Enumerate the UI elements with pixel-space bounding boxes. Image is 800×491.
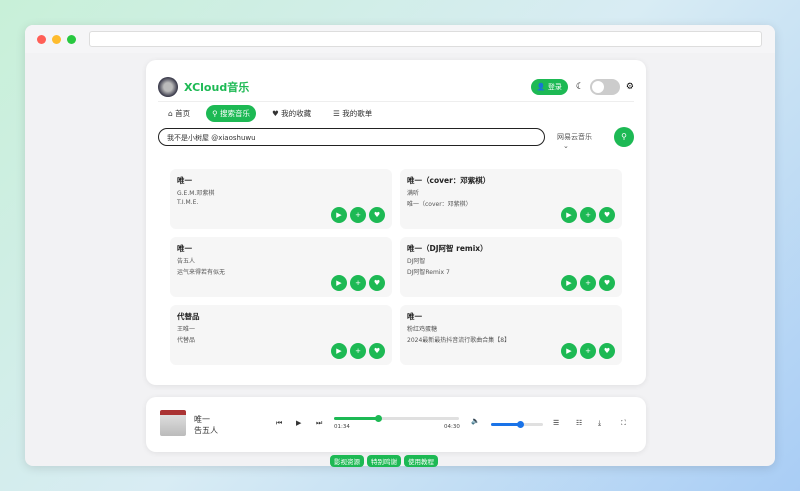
address-bar[interactable]	[89, 31, 762, 47]
heart-icon: ♥	[272, 109, 279, 118]
song-name: 唯一（DJ阿智 remix）	[407, 244, 488, 253]
moon-icon[interactable]: ☾	[576, 82, 584, 92]
play-button[interactable]: ▶	[561, 207, 577, 223]
source-value: 网易云音乐	[557, 133, 592, 141]
song-artist: 王唯一	[177, 326, 196, 333]
search-input[interactable]: 我不是小树屋 @xiaoshuwu	[158, 128, 545, 146]
play-button[interactable]: ▶	[331, 275, 347, 291]
player-bar: 唯一告五人 ⏮ ▶ ⏭ 01:34 04:30 🔈 ☰ ☷ ⤓ ⛶	[146, 397, 646, 452]
previous-icon[interactable]: ⏮	[276, 419, 282, 428]
search-icon: ⚲	[621, 132, 627, 141]
user-icon: 👤	[536, 82, 546, 91]
favorite-button[interactable]: ♥	[599, 343, 615, 359]
minimize-button[interactable]	[52, 34, 61, 44]
tab-label: 搜索音乐	[220, 109, 251, 118]
browser-window: XCloud音乐 👤 登录 ☾ ⚙ ⌂ 首页 ⚲ 搜索音乐 ♥ 我的收藏 ☰ 我…	[25, 25, 775, 466]
song-artist: 粉红鸡蛋糖	[407, 326, 438, 333]
main-panel: XCloud音乐 👤 登录 ☾ ⚙ ⌂ 首页 ⚲ 搜索音乐 ♥ 我的收藏 ☰ 我…	[146, 60, 646, 385]
next-icon[interactable]: ⏭	[316, 419, 322, 428]
source-select[interactable]: 网易云音乐 ⌄	[551, 128, 611, 150]
favorite-button[interactable]: ♥	[599, 207, 615, 223]
now-playing-artist: 告五人	[194, 426, 218, 435]
now-playing-title: 唯一	[194, 415, 210, 424]
favorite-button[interactable]: ♥	[369, 275, 385, 291]
favorite-button[interactable]: ♥	[369, 343, 385, 359]
login-label: 登录	[547, 82, 562, 91]
play-icon[interactable]: ▶	[296, 419, 301, 427]
duration: 04:30	[444, 424, 460, 430]
playlist-icon[interactable]: ☰	[553, 419, 559, 427]
song-artist: DJ阿智	[407, 258, 426, 265]
play-button[interactable]: ▶	[561, 275, 577, 291]
maximize-button[interactable]	[67, 34, 76, 44]
song-card: 唯一 告五人 运气来得若有似无 ▶ + ♥	[170, 237, 392, 297]
play-button[interactable]: ▶	[561, 343, 577, 359]
add-button[interactable]: +	[350, 207, 366, 223]
add-button[interactable]: +	[350, 343, 366, 359]
header: XCloud音乐 👤 登录 ☾ ⚙	[158, 76, 634, 102]
tab-favorites[interactable]: ♥ 我的收藏	[266, 105, 317, 122]
song-name: 唯一（cover：邓紫棋）	[407, 176, 491, 185]
fullscreen-icon[interactable]: ⛶	[621, 419, 626, 428]
tab-label: 我的收藏	[281, 109, 312, 118]
add-button[interactable]: +	[580, 207, 596, 223]
tab-playlists[interactable]: ☰ 我的歌单	[327, 105, 378, 122]
favorite-button[interactable]: ♥	[599, 275, 615, 291]
add-button[interactable]: +	[580, 275, 596, 291]
song-card: 唯一（cover：邓紫棋） 满听 唯一（cover：邓紫棋） ▶ + ♥	[400, 169, 622, 229]
song-album: T.I.M.E.	[177, 199, 199, 206]
song-name: 唯一	[177, 244, 192, 253]
download-icon[interactable]: ⤓	[598, 419, 601, 428]
volume-slider[interactable]	[491, 421, 543, 428]
song-artist: 满听	[407, 190, 420, 197]
login-button[interactable]: 👤 登录	[530, 78, 568, 95]
favorite-button[interactable]: ♥	[369, 207, 385, 223]
tab-search[interactable]: ⚲ 搜索音乐	[206, 105, 257, 122]
footer-link-tutorial[interactable]: 使用教程	[404, 455, 438, 467]
browser-titlebar	[25, 25, 775, 53]
volume-icon[interactable]: 🔈	[471, 417, 480, 425]
search-icon: ⚲	[212, 109, 218, 118]
theme-toggle[interactable]	[589, 78, 620, 95]
list-icon[interactable]: ☷	[576, 419, 582, 427]
album-cover	[160, 410, 186, 436]
song-card: 唯一 G.E.M.邓紫棋 T.I.M.E. ▶ + ♥	[170, 169, 392, 229]
add-button[interactable]: +	[350, 275, 366, 291]
app-title: XCloud音乐	[184, 80, 250, 94]
song-artist: G.E.M.邓紫棋	[177, 190, 215, 197]
tab-label: 我的歌单	[342, 109, 373, 118]
footer-link-thanks[interactable]: 特别鸣谢	[367, 455, 401, 467]
song-name: 唯一	[177, 176, 192, 185]
tab-label: 首页	[175, 109, 191, 118]
nav-tabs: ⌂ 首页 ⚲ 搜索音乐 ♥ 我的收藏 ☰ 我的歌单	[162, 105, 378, 122]
gear-icon[interactable]: ⚙	[626, 82, 634, 92]
chevron-down-icon: ⌄	[563, 142, 569, 150]
progress-slider[interactable]	[334, 415, 459, 422]
song-card: 代替品 王唯一 代替品 ▶ + ♥	[170, 305, 392, 365]
search-button[interactable]: ⚲	[614, 127, 634, 147]
play-button[interactable]: ▶	[331, 207, 347, 223]
song-card: 唯一（DJ阿智 remix） DJ阿智 DJ阿智Remix 7 ▶ + ♥	[400, 237, 622, 297]
current-time: 01:34	[334, 424, 350, 430]
tab-home[interactable]: ⌂ 首页	[162, 105, 196, 122]
song-artist: 告五人	[177, 258, 196, 265]
footer-link-video[interactable]: 影视资源	[330, 455, 364, 467]
add-button[interactable]: +	[580, 343, 596, 359]
list-icon: ☰	[333, 109, 340, 118]
logo	[158, 76, 178, 97]
footer-links: 影视资源 特别鸣谢 使用教程	[330, 455, 438, 467]
play-button[interactable]: ▶	[331, 343, 347, 359]
song-name: 唯一	[407, 312, 422, 321]
close-button[interactable]	[37, 34, 46, 44]
song-name: 代替品	[177, 312, 200, 321]
home-icon: ⌂	[168, 109, 173, 118]
song-card: 唯一 粉红鸡蛋糖 2024最新最热抖音流行歌曲合集【8】 ▶ + ♥	[400, 305, 622, 365]
